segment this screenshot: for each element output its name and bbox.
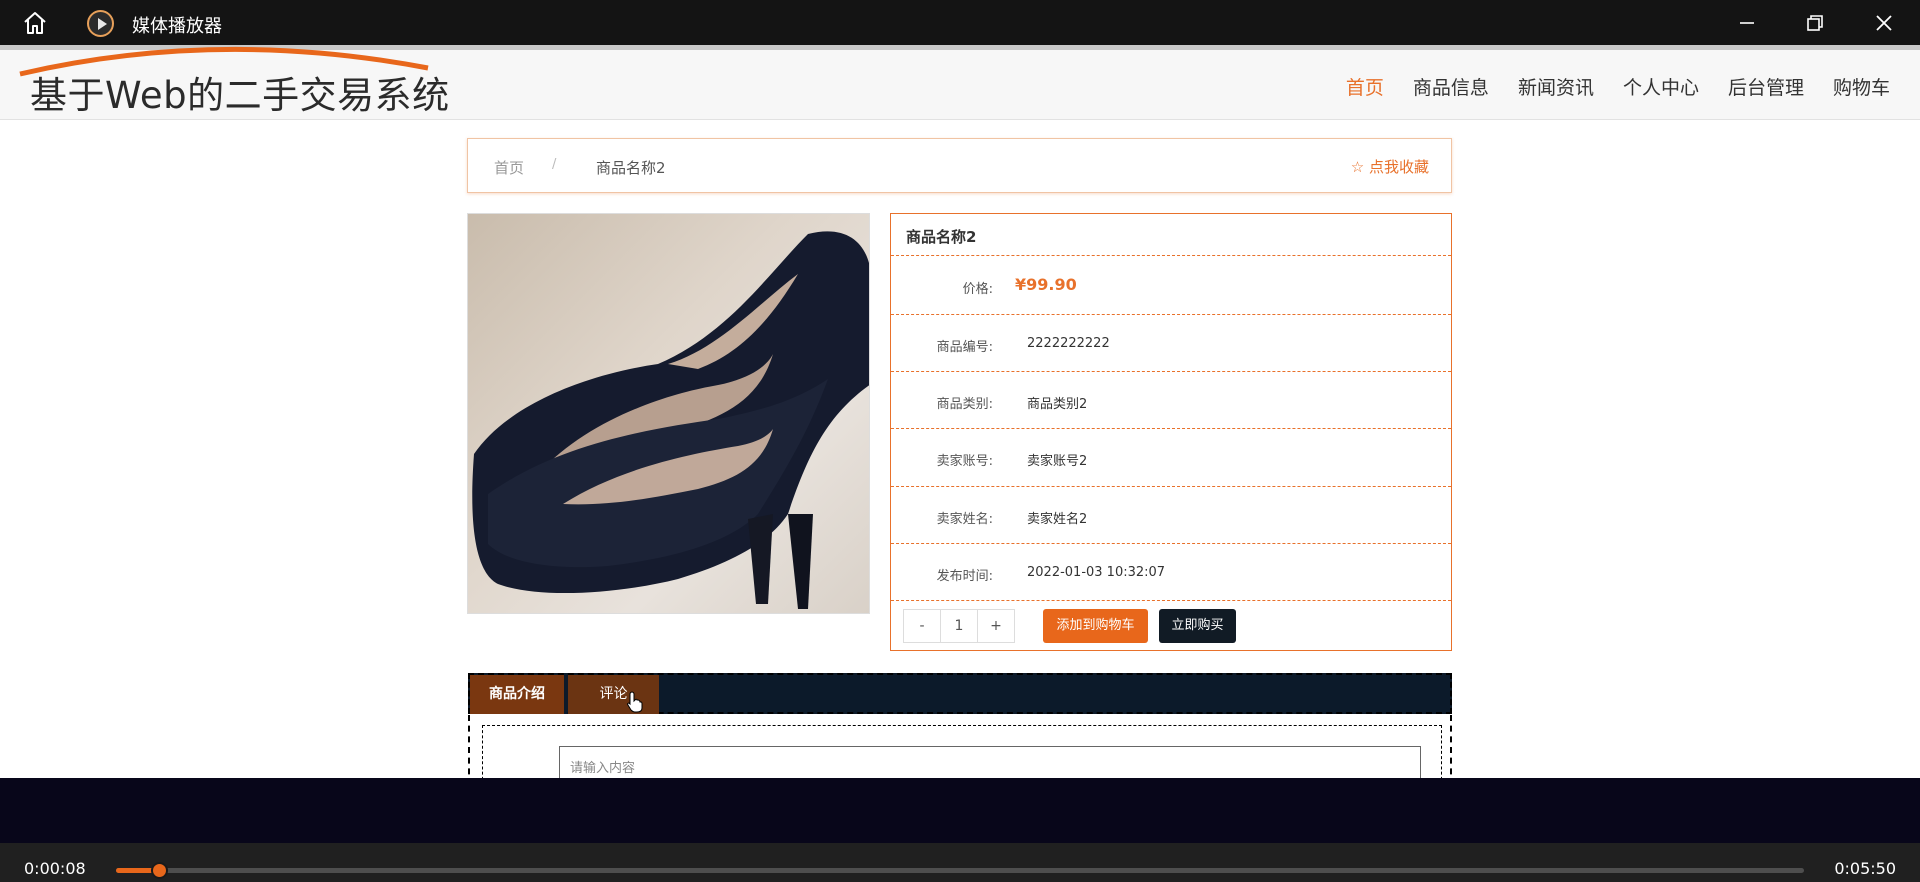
tab-description[interactable]: 商品介绍 — [470, 675, 564, 714]
seller-account-label: 卖家账号: — [936, 454, 993, 469]
seek-bar[interactable] — [116, 862, 1804, 879]
product-code-row: 商品编号: 2222222222 — [891, 315, 1451, 372]
quantity-decrease-button[interactable]: - — [904, 610, 941, 642]
breadcrumb-home[interactable]: 首页 — [494, 157, 524, 178]
breadcrumb-separator: / — [552, 157, 557, 172]
price-label: 价格: — [962, 282, 993, 297]
comment-form: 请输入内容 — [482, 725, 1442, 778]
seller-account-row: 卖家账号: 卖家账号2 — [891, 429, 1451, 487]
product-tabs: 商品介绍 评论 — [468, 673, 1452, 714]
site-header: 基于Web的二手交易系统 首页 商品信息 新闻资讯 个人中心 后台管理 购物车 — [0, 45, 1920, 120]
product-code-label: 商品编号: — [936, 340, 993, 355]
product-name: 商品名称2 — [891, 214, 1451, 256]
seller-account-value: 卖家账号2 — [1027, 454, 1088, 469]
nav-home[interactable]: 首页 — [1346, 70, 1384, 106]
video-frame: 基于Web的二手交易系统 首页 商品信息 新闻资讯 个人中心 后台管理 购物车 … — [0, 45, 1920, 778]
seek-handle[interactable] — [151, 862, 169, 879]
window-title: 媒体播放器 — [132, 16, 222, 37]
hand-cursor-icon — [627, 691, 643, 713]
price-row: 价格: ¥99.90 — [891, 256, 1451, 315]
publish-time-value: 2022-01-03 10:32:07 — [1027, 565, 1166, 580]
seller-name-row: 卖家姓名: 卖家姓名2 — [891, 487, 1451, 544]
product-code-value: 2222222222 — [1027, 336, 1110, 351]
title-bar: 媒体播放器 — [0, 0, 1920, 45]
tab-content: 请输入内容 — [468, 715, 1452, 778]
comment-input[interactable]: 请输入内容 — [559, 746, 1421, 778]
player-controls: 0:00:08 0:05:50 — [0, 843, 1920, 882]
close-icon[interactable] — [1871, 10, 1897, 36]
breadcrumb: 首页 / 商品名称2 ☆ 点我收藏 — [467, 138, 1452, 193]
breadcrumb-current: 商品名称2 — [596, 159, 666, 177]
home-icon[interactable] — [22, 11, 48, 35]
media-player-icon — [87, 10, 114, 37]
quantity-input[interactable]: 1 — [941, 610, 978, 642]
letterbox-bar — [0, 778, 1920, 843]
publish-time-row: 发布时间: 2022-01-03 10:32:07 — [891, 544, 1451, 601]
product-category-row: 商品类别: 商品类别2 — [891, 372, 1451, 429]
restore-icon[interactable] — [1802, 10, 1828, 36]
site-logo-text: 基于Web的二手交易系统 — [30, 74, 450, 117]
seller-name-label: 卖家姓名: — [936, 512, 993, 527]
product-image — [467, 213, 870, 614]
product-category-value: 商品类别2 — [1027, 397, 1088, 412]
quantity-stepper: - 1 + — [903, 609, 1015, 643]
total-duration: 0:05:50 — [1834, 859, 1896, 878]
tab-comments[interactable]: 评论 — [568, 675, 659, 714]
product-info-panel: 商品名称2 价格: ¥99.90 商品编号: 2222222222 商品类别: … — [890, 213, 1452, 651]
quantity-increase-button[interactable]: + — [978, 610, 1014, 642]
nav-admin[interactable]: 后台管理 — [1728, 70, 1804, 106]
shoe-illustration — [472, 231, 869, 609]
price-value: ¥99.90 — [1015, 275, 1077, 294]
nav-news[interactable]: 新闻资讯 — [1518, 70, 1594, 106]
purchase-actions: - 1 + 添加到购物车 立即购买 — [903, 609, 1443, 643]
elapsed-time: 0:00:08 — [24, 859, 86, 878]
add-to-cart-button[interactable]: 添加到购物车 — [1043, 609, 1148, 643]
main-nav: 首页 商品信息 新闻资讯 个人中心 后台管理 购物车 — [1346, 70, 1920, 106]
buy-now-button[interactable]: 立即购买 — [1159, 609, 1236, 643]
publish-time-label: 发布时间: — [936, 569, 993, 584]
nav-products[interactable]: 商品信息 — [1413, 70, 1489, 106]
nav-profile[interactable]: 个人中心 — [1623, 70, 1699, 106]
product-category-label: 商品类别: — [936, 397, 993, 412]
media-player-window: 媒体播放器 基于Web的二手交易系统 首页 商品信息 新闻资讯 个人中心 后台管… — [0, 0, 1920, 882]
nav-cart[interactable]: 购物车 — [1833, 70, 1890, 106]
minimize-icon[interactable] — [1734, 10, 1760, 36]
favorite-button[interactable]: ☆ 点我收藏 — [1351, 156, 1429, 177]
seller-name-value: 卖家姓名2 — [1027, 512, 1088, 527]
